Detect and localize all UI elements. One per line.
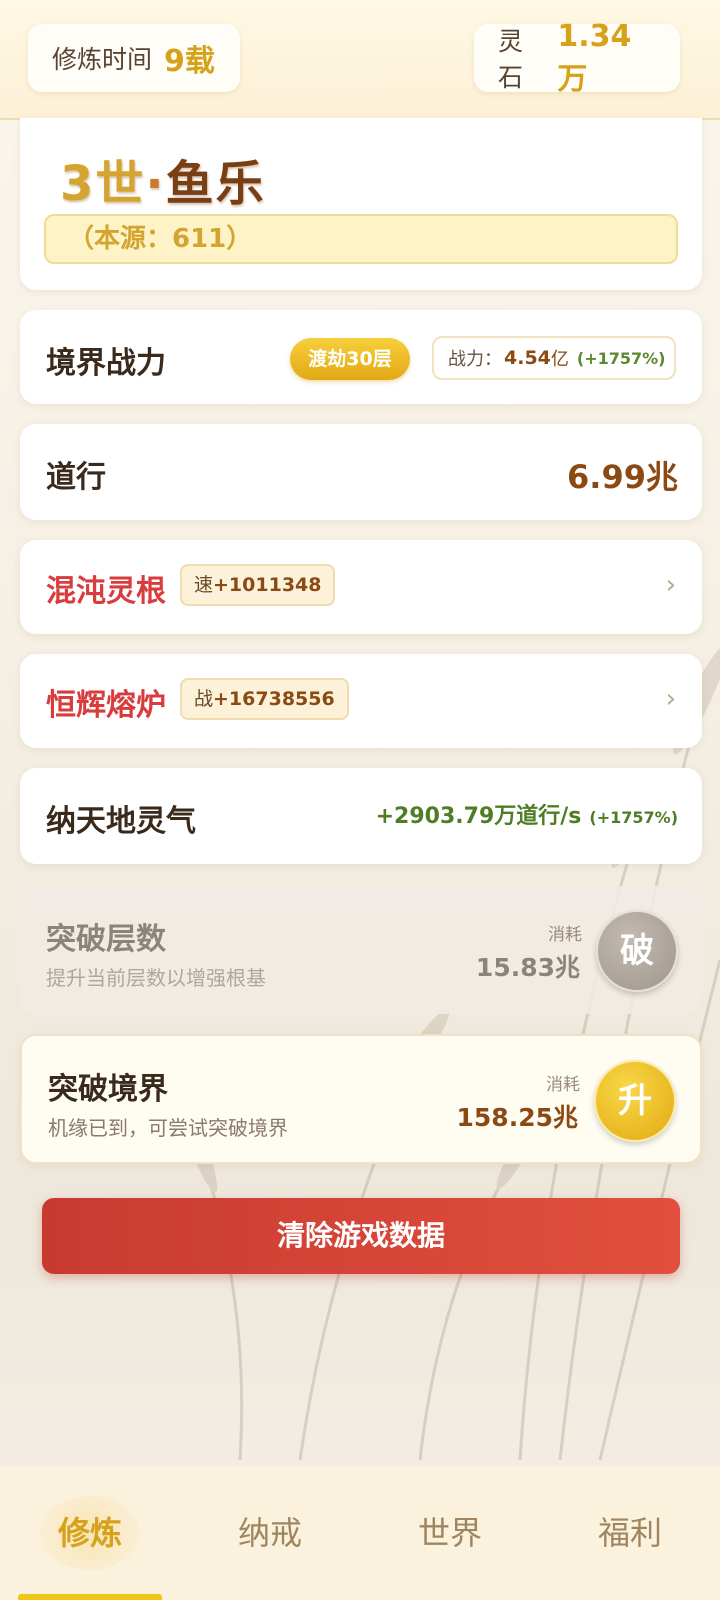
character-title: 3世·鱼乐 (60, 144, 266, 214)
break-layer-button[interactable]: 破 (596, 910, 678, 992)
absorb-qi-rate: +2903.79万道行/s (+1757%) (376, 798, 678, 830)
furnace-card[interactable]: 恒辉熔炉 战+16738556 › (20, 654, 702, 748)
spirit-stone-value: 1.34万 (557, 18, 632, 97)
spirit-root-card[interactable]: 混沌灵根 速+1011348 › (20, 540, 702, 634)
spirit-root-bonus-prefix: 速 (194, 574, 214, 596)
combat-power-value: 4.54 (504, 347, 551, 369)
chevron-right-icon[interactable]: › (666, 684, 676, 714)
furnace-bonus-value: +16738556 (213, 688, 335, 710)
furnace-bonus-chip: 战+16738556 (180, 678, 349, 720)
chevron-right-icon[interactable]: › (666, 570, 676, 600)
dao-label: 道行 (46, 460, 106, 495)
spirit-root-bonus-value: +1011348 (213, 574, 322, 596)
realm-power-label: 境界战力 (46, 346, 166, 381)
absorb-qi-value: +2903.79万道行/s (375, 804, 582, 829)
origin-value: （本源：611） (44, 214, 678, 264)
character-generation: 3世 (60, 156, 146, 212)
nav-tab-welfare[interactable]: 福利 (540, 1466, 720, 1600)
realm-breakthrough-subtitle: 机缘已到，可尝试突破境界 (48, 1116, 288, 1140)
combat-power-percent: (+1757%) (576, 348, 666, 368)
layer-breakthrough-subtitle: 提升当前层数以增强根基 (46, 966, 266, 990)
ascend-realm-button[interactable]: 升 (594, 1060, 676, 1142)
layer-cost-label: 消耗 (548, 925, 582, 945)
furnace-label: 恒辉熔炉 (46, 688, 166, 723)
character-separator: · (145, 156, 166, 212)
nav-tab-cultivate[interactable]: 修炼 (0, 1466, 180, 1600)
top-status-bar: 修炼时间 9载 灵石 1.34万 (0, 0, 720, 120)
combat-power-label: 战力： (448, 349, 502, 370)
absorb-qi-percent: (+1757%) (589, 808, 678, 827)
realm-power-card: 境界战力 渡劫30层 战力： 4.54 亿 (+1757%) (20, 310, 702, 404)
cultivation-time-value: 9载 (164, 44, 215, 79)
nav-tab-label: 纳戒 (237, 1514, 302, 1552)
nav-tab-label: 世界 (417, 1514, 482, 1552)
spirit-root-bonus-chip: 速+1011348 (180, 564, 336, 606)
realm-cost-label: 消耗 (546, 1075, 580, 1095)
absorb-qi-label: 纳天地灵气 (46, 804, 196, 839)
spirit-root-label: 混沌灵根 (46, 574, 166, 609)
nav-tab-storage-ring[interactable]: 纳戒 (180, 1466, 360, 1600)
furnace-bonus-prefix: 战 (194, 688, 214, 710)
cultivation-time-label: 修炼时间 (52, 45, 153, 74)
character-name: 鱼乐 (165, 156, 266, 212)
realm-breakthrough-title: 突破境界 (48, 1072, 168, 1107)
nav-tab-world[interactable]: 世界 (360, 1466, 540, 1600)
combat-power-unit: 亿 (550, 349, 569, 370)
layer-breakthrough-title: 突破层数 (46, 922, 166, 957)
dao-card: 道行 6.99兆 (20, 424, 702, 520)
spirit-stone-pill: 灵石 1.34万 (474, 19, 680, 97)
absorb-qi-card: 纳天地灵气 +2903.79万道行/s (+1757%) (20, 768, 702, 864)
combat-power-box: 战力： 4.54 亿 (+1757%) (432, 336, 676, 380)
bottom-navigation: 修炼 纳戒 世界 福利 (0, 1466, 720, 1600)
realm-breakthrough-card: 突破境界 机缘已到，可尝试突破境界 消耗 158.25兆 升 (20, 1034, 702, 1164)
layer-cost-value: 15.83兆 (475, 953, 580, 982)
layer-breakthrough-card: 突破层数 提升当前层数以增强根基 消耗 15.83兆 破 (20, 886, 702, 1014)
dao-value: 6.99兆 (567, 458, 678, 496)
clear-game-data-button[interactable]: 清除游戏数据 (42, 1198, 680, 1274)
nav-active-indicator (18, 1594, 162, 1600)
realm-cost-value: 158.25兆 (456, 1103, 578, 1132)
character-card: 3世·鱼乐 （本源：611） (20, 118, 702, 290)
cultivation-time-pill: 修炼时间 9载 (28, 24, 240, 92)
realm-badge: 渡劫30层 (290, 338, 410, 380)
spirit-stone-label: 灵石 (498, 27, 524, 92)
nav-tab-label: 福利 (597, 1514, 662, 1552)
nav-tab-label: 修炼 (57, 1514, 122, 1552)
